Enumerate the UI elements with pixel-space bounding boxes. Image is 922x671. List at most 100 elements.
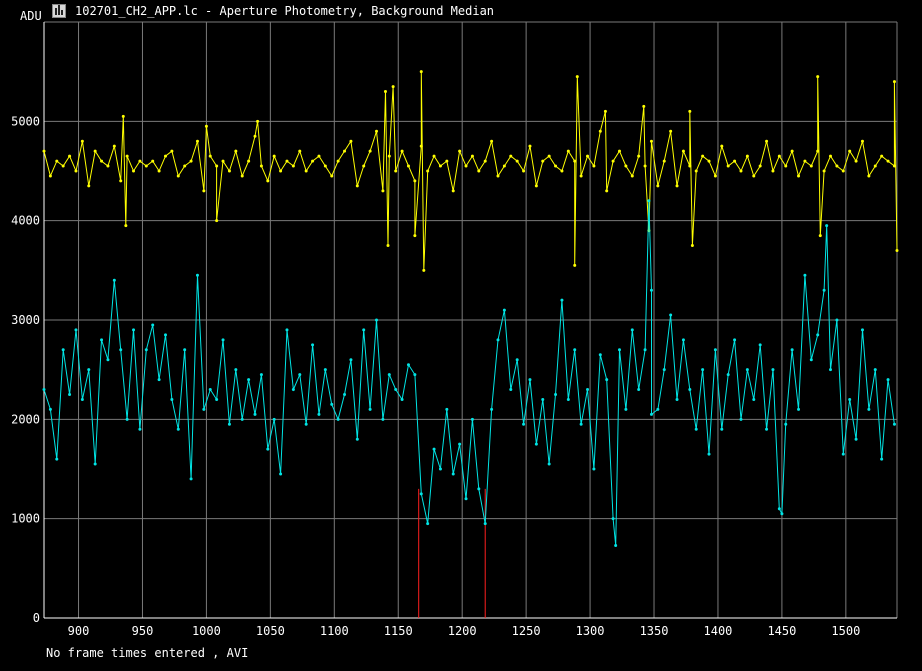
data-point	[515, 358, 519, 362]
data-point	[688, 388, 692, 392]
data-point	[701, 368, 705, 372]
data-point	[592, 164, 596, 168]
app-icon	[52, 4, 66, 18]
data-point	[848, 149, 852, 153]
data-point	[80, 139, 84, 143]
data-point	[451, 189, 455, 193]
data-point	[426, 169, 430, 173]
data-point	[438, 467, 442, 471]
data-point	[681, 149, 685, 153]
data-point	[784, 422, 788, 426]
x-tick-label: 1400	[704, 624, 733, 638]
data-point	[55, 457, 59, 461]
data-point	[419, 144, 423, 148]
data-point	[675, 397, 679, 401]
data-point	[541, 397, 545, 401]
data-point	[419, 70, 423, 74]
data-point	[330, 174, 334, 178]
data-point	[822, 169, 826, 173]
title-bar: 102701_CH2_APP.lc - Aperture Photometry,…	[0, 0, 922, 22]
data-point	[432, 447, 436, 451]
data-point	[221, 338, 225, 342]
data-point	[336, 159, 340, 163]
data-point	[311, 343, 315, 347]
data-point	[860, 139, 864, 143]
data-point	[649, 288, 653, 292]
data-point	[835, 318, 839, 322]
data-point	[835, 164, 839, 168]
data-point	[649, 412, 653, 416]
data-point	[311, 159, 315, 163]
data-point	[603, 109, 607, 113]
data-point	[784, 164, 788, 168]
x-tick-label: 950	[132, 624, 154, 638]
data-point	[406, 363, 410, 367]
data-point	[470, 154, 474, 158]
data-point	[381, 417, 385, 421]
data-point	[841, 452, 845, 456]
data-point	[413, 179, 417, 183]
data-point	[637, 154, 641, 158]
data-point	[777, 154, 781, 158]
data-point	[55, 159, 59, 163]
data-point	[803, 273, 807, 277]
data-point	[138, 427, 142, 431]
data-point	[592, 467, 596, 471]
data-point	[752, 397, 756, 401]
data-point	[368, 149, 372, 153]
data-point	[183, 164, 187, 168]
data-point	[483, 522, 487, 526]
data-point	[151, 323, 155, 327]
data-point	[886, 159, 890, 163]
data-point	[560, 298, 564, 302]
x-tick-label: 1150	[384, 624, 413, 638]
data-point	[266, 447, 270, 451]
data-point	[121, 114, 125, 118]
data-point	[458, 442, 462, 446]
data-point	[828, 368, 832, 372]
data-point	[215, 219, 219, 223]
data-point	[509, 388, 513, 392]
data-point	[490, 139, 494, 143]
data-point	[119, 179, 123, 183]
data-point	[630, 328, 634, 332]
data-point	[61, 348, 65, 352]
data-point	[42, 388, 46, 392]
data-point	[726, 164, 730, 168]
data-point	[579, 422, 583, 426]
x-tick-label: 900	[68, 624, 90, 638]
data-point	[285, 328, 289, 332]
data-point	[93, 149, 97, 153]
data-point	[304, 169, 308, 173]
data-point	[662, 159, 666, 163]
data-point	[247, 378, 251, 382]
data-point	[227, 422, 231, 426]
data-point	[215, 397, 219, 401]
data-point	[163, 333, 167, 337]
data-point	[690, 244, 694, 247]
data-point	[387, 373, 391, 377]
data-point	[573, 348, 577, 352]
data-point	[656, 184, 660, 188]
x-tick-label: 1450	[767, 624, 796, 638]
x-tick-label: 1050	[256, 624, 285, 638]
data-point	[195, 273, 199, 277]
data-point	[87, 184, 91, 188]
data-point	[227, 169, 231, 173]
data-point	[253, 134, 257, 138]
data-point	[247, 159, 251, 163]
data-point	[266, 179, 270, 183]
data-point	[841, 169, 845, 173]
y-tick-label: 0	[33, 611, 40, 625]
data-point	[240, 417, 244, 421]
x-tick-label: 1300	[576, 624, 605, 638]
data-point	[381, 189, 385, 193]
data-point	[176, 174, 180, 178]
data-point	[522, 169, 526, 173]
data-point	[765, 139, 769, 143]
data-point	[170, 397, 174, 401]
data-point	[272, 154, 276, 158]
data-point	[598, 353, 602, 357]
data-point	[605, 378, 609, 382]
data-point	[391, 85, 395, 89]
